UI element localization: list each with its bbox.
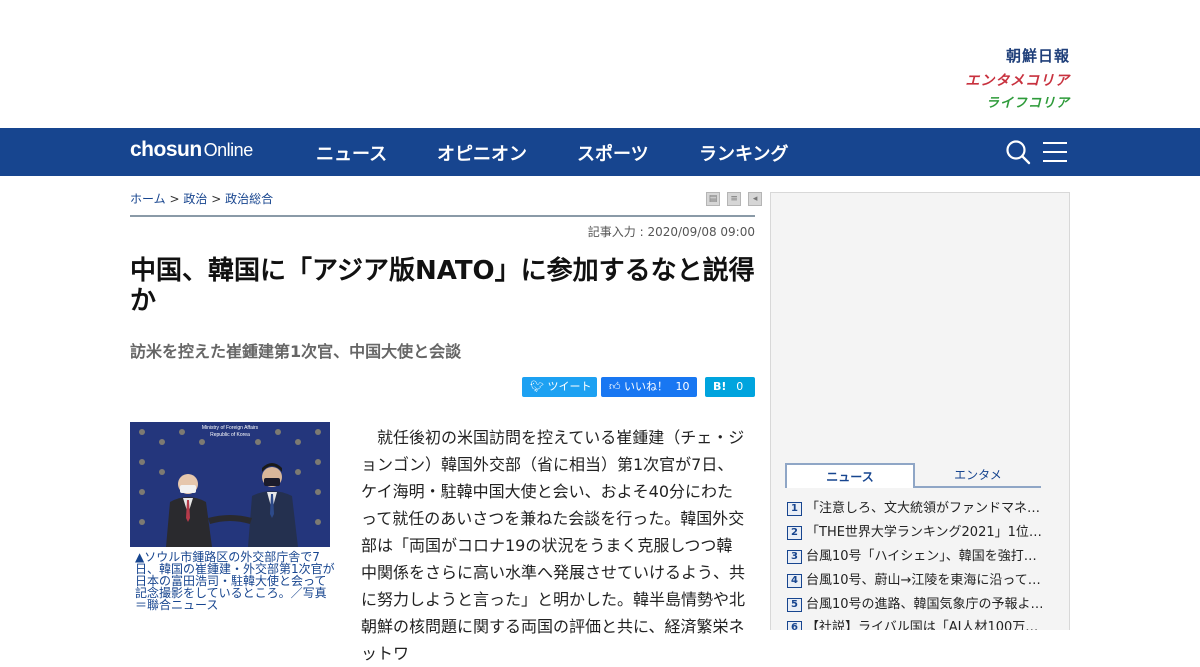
- tab-news[interactable]: ニュース: [785, 463, 915, 488]
- hamburger-menu-icon[interactable]: [1043, 142, 1067, 162]
- photo-backdrop-text: Republic of Korea: [210, 432, 250, 438]
- chosun-ilbo-logo-link[interactable]: 朝鮮日報: [1006, 45, 1070, 66]
- back-arrow-icon[interactable]: ◂: [748, 192, 763, 206]
- nav-item-opinion[interactable]: オピニオン: [437, 140, 527, 166]
- rank-title: 「注意しろ、文大統領がファンドマネ…: [806, 501, 1041, 516]
- photo-backdrop-text: Ministry of Foreign Affairs: [202, 425, 259, 431]
- twitter-bird-icon: 🐦︎: [530, 380, 544, 393]
- top-header: 朝鮮日報 エンタメコリア ライフコリア: [0, 0, 1200, 128]
- facebook-like-button[interactable]: 👍︎ いいね！ 10: [601, 377, 697, 397]
- thumbs-up-icon: 👍︎: [609, 380, 621, 393]
- rank-number: 5: [787, 598, 802, 612]
- menu-bar: [1043, 151, 1067, 153]
- like-count: 10: [675, 380, 690, 393]
- photo-caption: ▲ソウル市鍾路区の外交部庁舎で7日、韓国の崔鍾建・外交部第1次官が日本の富田浩司…: [135, 550, 335, 612]
- tweet-label: ツイート: [547, 380, 592, 393]
- rank-title: 台風10号、蔚山→江陵を東海に沿って…: [806, 573, 1041, 588]
- nav-item-sports[interactable]: スポーツ: [577, 140, 649, 166]
- rank-title: 「THE世界大学ランキング2021」1位…: [806, 525, 1042, 540]
- article-date: 記事入力 : 2020/09/08 09:00: [587, 225, 755, 239]
- rank-number: 1: [787, 502, 802, 516]
- ranking-item[interactable]: 4 台風10号、蔚山→江陵を東海に沿って…: [787, 572, 1047, 590]
- breadcrumb-category[interactable]: 政治: [183, 192, 207, 206]
- life-korea-logo-link[interactable]: ライフコリア: [986, 92, 1070, 111]
- chosun-online-logo[interactable]: chosun Online: [130, 138, 253, 162]
- hatena-bookmark-button[interactable]: B! 0: [705, 377, 755, 397]
- hatena-label: B!: [713, 380, 727, 393]
- sidebar-ad-slot: [770, 192, 1070, 444]
- enta-korea-logo-link[interactable]: エンタメコリア: [965, 70, 1070, 90]
- text-size-icon[interactable]: ≡: [727, 192, 742, 206]
- rank-number: 3: [787, 550, 802, 564]
- ranking-item[interactable]: 5 台風10号の進路、韓国気象庁の予報よ…: [787, 596, 1047, 614]
- ranking-item[interactable]: 1 「注意しろ、文大統領がファンドマネ…: [787, 500, 1047, 518]
- rank-number: 6: [787, 621, 802, 630]
- logo-light-text: Online: [203, 140, 254, 160]
- rank-number: 4: [787, 574, 802, 588]
- nav-item-news[interactable]: ニュース: [316, 140, 387, 166]
- article-body: 就任後初の米国訪問を控えている崔鍾建（チェ・ジョンゴン）韓国外交部（省に相当）第…: [361, 428, 746, 663]
- rank-title: 台風10号の進路、韓国気象庁の予報よ…: [806, 597, 1044, 612]
- ranking-item[interactable]: 6 【社説】ライバル国は「AI人材100万…: [787, 619, 1047, 630]
- breadcrumb-home[interactable]: ホーム: [130, 192, 166, 206]
- breadcrumb-separator: >: [211, 192, 222, 206]
- ranking-item[interactable]: 2 「THE世界大学ランキング2021」1位…: [787, 524, 1047, 542]
- search-icon[interactable]: [1005, 139, 1031, 165]
- article-title: 中国、韓国に「アジア版NATO」に参加するなと説得か: [130, 256, 755, 316]
- rank-number: 2: [787, 526, 802, 540]
- nav-item-ranking[interactable]: ランキング: [699, 140, 788, 166]
- tab-entame[interactable]: エンタメ: [915, 463, 1041, 488]
- menu-bar: [1043, 160, 1067, 162]
- rank-title: 台風10号「ハイシェン」、韓国を強打…: [806, 549, 1037, 564]
- breadcrumb-separator: >: [169, 192, 180, 206]
- ranking-item[interactable]: 3 台風10号「ハイシェン」、韓国を強打…: [787, 548, 1047, 566]
- menu-bar: [1043, 142, 1067, 144]
- divider: [130, 215, 755, 217]
- breadcrumb: ホーム > 政治 > 政治総合: [130, 190, 273, 207]
- article-tools: ▤ ≡ ◂: [704, 192, 763, 206]
- like-label: いいね！: [624, 380, 668, 393]
- article-subtitle: 訪米を控えた崔鍾建第1次官、中国大使と会談: [130, 342, 462, 361]
- rank-title: 【社説】ライバル国は「AI人材100万…: [806, 620, 1039, 630]
- article-photo[interactable]: Ministry of Foreign Affairs Republic of …: [130, 422, 330, 547]
- print-icon[interactable]: ▤: [706, 192, 720, 206]
- tweet-button[interactable]: 🐦︎ ツイート: [522, 377, 597, 397]
- hatena-count: 0: [736, 380, 744, 393]
- breadcrumb-subcategory[interactable]: 政治総合: [225, 192, 273, 206]
- logo-bold-text: chosun: [130, 138, 202, 161]
